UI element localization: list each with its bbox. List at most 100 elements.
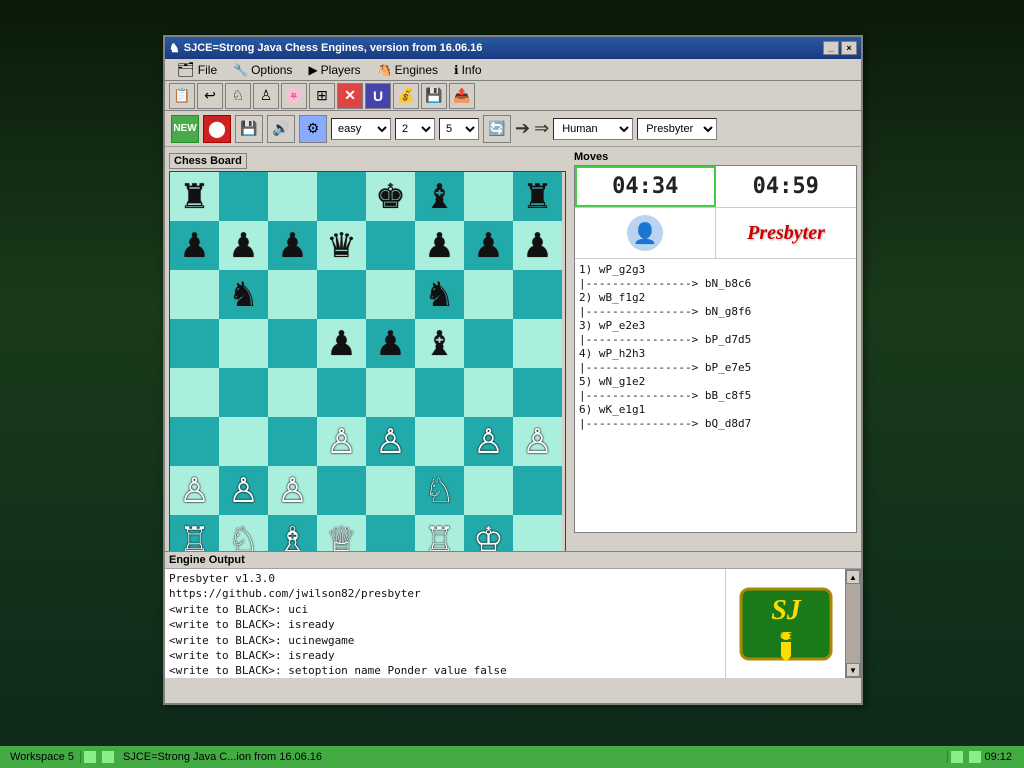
square-g4[interactable] xyxy=(464,368,513,417)
save-pgn-button[interactable]: 💾 xyxy=(235,115,263,143)
move-next-button[interactable]: ➔ xyxy=(515,118,530,139)
square-c6[interactable] xyxy=(268,270,317,319)
square-h6[interactable] xyxy=(513,270,562,319)
black-player-select[interactable]: Presbyter Human xyxy=(637,118,717,140)
piece-f5: ♝ xyxy=(424,327,454,361)
white-player-select[interactable]: Human Engine xyxy=(553,118,633,140)
square-d6[interactable] xyxy=(317,270,366,319)
settings-button[interactable]: ⚙ xyxy=(299,115,327,143)
square-c2[interactable]: ♙ xyxy=(268,466,317,515)
square-b7[interactable]: ♟ xyxy=(219,221,268,270)
square-g3[interactable]: ♙ xyxy=(464,417,513,466)
close-button[interactable]: × xyxy=(841,41,857,55)
square-a7[interactable]: ♟ xyxy=(170,221,219,270)
square-a2[interactable]: ♙ xyxy=(170,466,219,515)
move-row: 1) wP_g2g3 xyxy=(579,263,852,276)
toolbar-save-btn[interactable]: 💾 xyxy=(421,83,447,109)
scroll-down-button[interactable]: ▼ xyxy=(846,663,860,677)
square-h3[interactable]: ♙ xyxy=(513,417,562,466)
status-indicator-2 xyxy=(101,750,115,764)
square-h7[interactable]: ♟ xyxy=(513,221,562,270)
square-h4[interactable] xyxy=(513,368,562,417)
toolbar-grid-btn[interactable]: ⊞ xyxy=(309,83,335,109)
square-f2[interactable]: ♘ xyxy=(415,466,464,515)
menu-info[interactable]: ℹ Info xyxy=(446,61,490,79)
square-h2[interactable] xyxy=(513,466,562,515)
menu-options[interactable]: 🔧 Options xyxy=(225,61,300,79)
square-g5[interactable] xyxy=(464,319,513,368)
timer-white: 04:34 xyxy=(575,166,716,207)
square-b4[interactable] xyxy=(219,368,268,417)
depth1-select[interactable]: 2 3 4 xyxy=(395,118,435,140)
engine-scrollbar: ▲ ▼ xyxy=(845,569,861,678)
toolbar-flower-btn[interactable]: 🌸 xyxy=(281,83,307,109)
square-a3[interactable] xyxy=(170,417,219,466)
square-e4[interactable] xyxy=(366,368,415,417)
toolbar-undo-btn[interactable]: ↩ xyxy=(197,83,223,109)
player-black-box: Presbyter xyxy=(716,208,856,258)
piece-b7: ♟ xyxy=(228,229,258,263)
square-c5[interactable] xyxy=(268,319,317,368)
piece-f6: ♞ xyxy=(424,278,454,312)
square-d8[interactable] xyxy=(317,172,366,221)
square-h8[interactable]: ♜ xyxy=(513,172,562,221)
square-e8[interactable]: ♚ xyxy=(366,172,415,221)
piece-a8: ♜ xyxy=(179,180,209,214)
square-b3[interactable] xyxy=(219,417,268,466)
toolbar-log-btn[interactable]: 📋 xyxy=(169,83,195,109)
square-b5[interactable] xyxy=(219,319,268,368)
toolbar-pawn-btn[interactable]: ♙ xyxy=(253,83,279,109)
square-d2[interactable] xyxy=(317,466,366,515)
menu-players[interactable]: ▶ Players xyxy=(300,61,368,79)
square-f5[interactable]: ♝ xyxy=(415,319,464,368)
square-a6[interactable] xyxy=(170,270,219,319)
toolbar-x-btn[interactable]: ✕ xyxy=(337,83,363,109)
square-f8[interactable]: ♝ xyxy=(415,172,464,221)
square-f4[interactable] xyxy=(415,368,464,417)
move-auto-button[interactable]: ⇒ xyxy=(534,118,549,139)
square-e2[interactable] xyxy=(366,466,415,515)
toolbar-u-btn[interactable]: U xyxy=(365,83,391,109)
square-d4[interactable] xyxy=(317,368,366,417)
difficulty-select[interactable]: easy medium hard xyxy=(331,118,391,140)
board-view-button[interactable]: 🔄 xyxy=(483,115,511,143)
square-g6[interactable] xyxy=(464,270,513,319)
square-f3[interactable] xyxy=(415,417,464,466)
timer-black-value: 04:59 xyxy=(724,174,849,199)
square-e7[interactable] xyxy=(366,221,415,270)
menu-file[interactable]: 🗂 File xyxy=(169,59,225,80)
square-c7[interactable]: ♟ xyxy=(268,221,317,270)
square-e5[interactable]: ♟ xyxy=(366,319,415,368)
square-d3[interactable]: ♙ xyxy=(317,417,366,466)
toolbar-knight-btn[interactable]: ♘ xyxy=(225,83,251,109)
square-f6[interactable]: ♞ xyxy=(415,270,464,319)
toolbar-export-btn[interactable]: 📤 xyxy=(449,83,475,109)
menu-engines[interactable]: 🐴 Engines xyxy=(369,61,446,79)
square-g2[interactable] xyxy=(464,466,513,515)
square-e3[interactable]: ♙ xyxy=(366,417,415,466)
square-h5[interactable] xyxy=(513,319,562,368)
square-f7[interactable]: ♟ xyxy=(415,221,464,270)
square-c4[interactable] xyxy=(268,368,317,417)
square-g8[interactable] xyxy=(464,172,513,221)
sound-button[interactable]: 🔊 xyxy=(267,115,295,143)
square-d7[interactable]: ♛ xyxy=(317,221,366,270)
square-e6[interactable] xyxy=(366,270,415,319)
square-b8[interactable] xyxy=(219,172,268,221)
depth2-select[interactable]: 5 10 15 xyxy=(439,118,479,140)
square-c8[interactable] xyxy=(268,172,317,221)
square-a5[interactable] xyxy=(170,319,219,368)
stop-button[interactable]: ⬤ xyxy=(203,115,231,143)
scroll-up-button[interactable]: ▲ xyxy=(846,570,860,584)
square-d5[interactable]: ♟ xyxy=(317,319,366,368)
square-a4[interactable] xyxy=(170,368,219,417)
square-b6[interactable]: ♞ xyxy=(219,270,268,319)
square-b2[interactable]: ♙ xyxy=(219,466,268,515)
square-a8[interactable]: ♜ xyxy=(170,172,219,221)
square-c3[interactable] xyxy=(268,417,317,466)
new-game-button[interactable]: NEW xyxy=(171,115,199,143)
minimize-button[interactable]: _ xyxy=(823,41,839,55)
piece-h3: ♙ xyxy=(522,425,552,459)
square-g7[interactable]: ♟ xyxy=(464,221,513,270)
toolbar-coin-btn[interactable]: 💰 xyxy=(393,83,419,109)
